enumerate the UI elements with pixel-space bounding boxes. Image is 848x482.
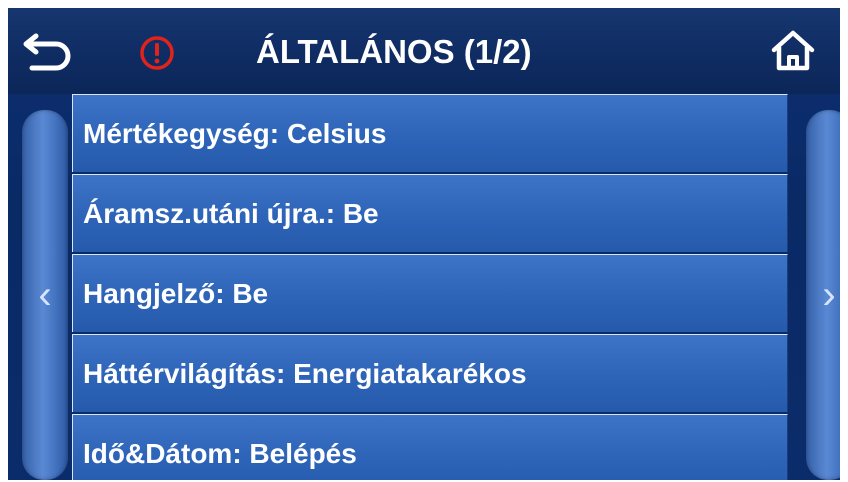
menu-item-label: Mértékegység: Celsius bbox=[83, 118, 387, 149]
alert-icon[interactable] bbox=[139, 35, 175, 71]
menu-item-buzzer[interactable]: Hangjelző: Be bbox=[72, 254, 788, 332]
chevron-right-icon: › bbox=[822, 273, 836, 317]
home-icon bbox=[771, 30, 815, 71]
menu-item-unit[interactable]: Mértékegység: Celsius bbox=[72, 94, 788, 172]
menu-item-time-date[interactable]: Idő&Dátom: Belépés bbox=[72, 414, 788, 480]
back-button[interactable] bbox=[18, 28, 78, 74]
screen: ÁLTALÁNOS (1/2) ‹ › Mértékegység: Celsiu… bbox=[8, 8, 840, 480]
menu-item-label: Háttérvilágítás: Energiatakarékos bbox=[83, 358, 527, 389]
header-bar: ÁLTALÁNOS (1/2) bbox=[8, 8, 840, 94]
menu-item-label: Idő&Dátom: Belépés bbox=[83, 438, 357, 469]
back-arrow-icon bbox=[23, 33, 71, 71]
menu-item-label: Áramsz.utáni újra.: Be bbox=[83, 198, 379, 229]
home-button[interactable] bbox=[768, 26, 818, 76]
page-title: ÁLTALÁNOS (1/2) bbox=[256, 33, 532, 70]
next-page-button[interactable]: › bbox=[806, 110, 840, 480]
menu-item-label: Hangjelző: Be bbox=[83, 278, 269, 309]
menu-item-power-restart[interactable]: Áramsz.utáni újra.: Be bbox=[72, 174, 788, 252]
settings-list: Mértékegység: Celsius Áramsz.utáni újra.… bbox=[72, 94, 790, 480]
prev-page-button[interactable]: ‹ bbox=[22, 110, 68, 480]
menu-item-backlight[interactable]: Háttérvilágítás: Energiatakarékos bbox=[72, 334, 788, 412]
chevron-left-icon: ‹ bbox=[38, 273, 52, 317]
